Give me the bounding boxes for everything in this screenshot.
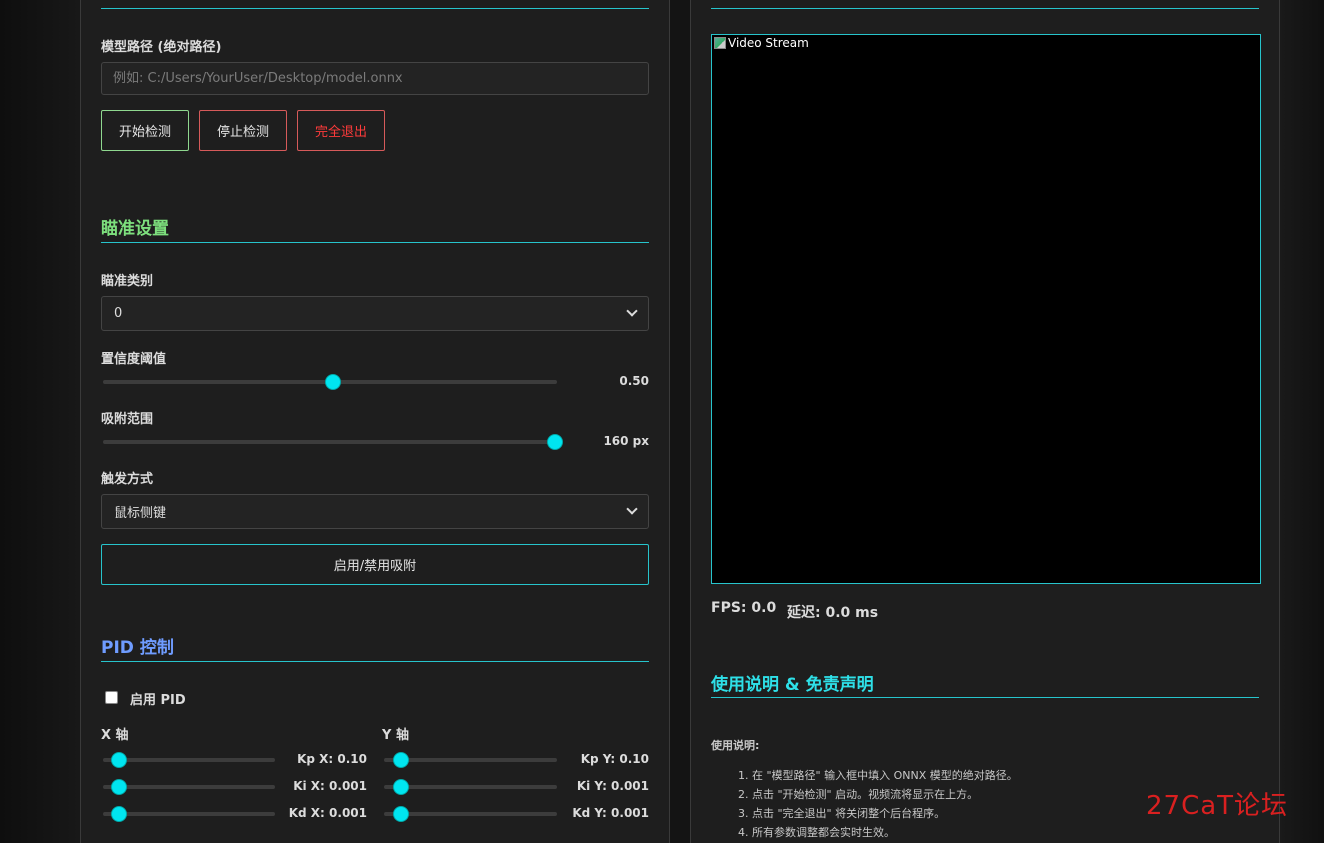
ki-x-value: Ki X: 0.001 — [293, 779, 367, 793]
kp-y-slider-track[interactable] — [384, 758, 557, 762]
latency-readout: 延迟: 0.0 ms — [787, 605, 879, 621]
trigger-mode-label: 触发方式 — [101, 472, 154, 487]
kp-x-slider-thumb[interactable] — [111, 752, 127, 768]
enable-pid-checkbox[interactable] — [105, 691, 118, 704]
ki-y-slider-track[interactable] — [384, 785, 557, 789]
confidence-label: 置信度阈值 — [101, 352, 167, 367]
kp-y-slider-thumb[interactable] — [393, 752, 409, 768]
ki-y-slider-thumb[interactable] — [393, 779, 409, 795]
toggle-snap-button[interactable]: 启用/禁用吸附 — [101, 544, 649, 585]
trigger-mode-select[interactable]: 鼠标侧键 — [101, 494, 649, 529]
kd-x-slider-thumb[interactable] — [111, 806, 127, 822]
instruction-step: 1. 在 "模型路径" 输入框中填入 ONNX 模型的绝对路径。 — [738, 769, 1018, 782]
preview-top-divider — [711, 8, 1259, 9]
chevron-down-icon — [626, 305, 638, 317]
ki-x-slider-thumb[interactable] — [111, 779, 127, 795]
chevron-down-icon — [626, 503, 638, 515]
kp-x-slider-track[interactable] — [103, 758, 275, 762]
pid-divider — [101, 661, 649, 662]
x-axis-label: X 轴 — [101, 728, 129, 743]
page-background-left — [0, 0, 80, 843]
trigger-mode-value: 鼠标侧键 — [114, 506, 167, 521]
video-stream-placeholder: Video Stream — [714, 36, 809, 50]
page-background-right — [1279, 0, 1324, 843]
aim-class-select[interactable]: 0 — [101, 296, 649, 331]
exit-button[interactable]: 完全退出 — [297, 110, 385, 151]
aim-class-label: 瞄准类别 — [101, 274, 154, 289]
video-stream: Video Stream — [711, 34, 1261, 584]
kp-x-value: Kp X: 0.10 — [297, 752, 367, 766]
fps-readout: FPS: 0.0 — [711, 600, 777, 616]
instruction-step: 3. 点击 "完全退出" 将关闭整个后台程序。 — [738, 807, 946, 820]
aim-settings-heading: 瞄准设置 — [101, 219, 169, 239]
snap-range-value: 160 px — [603, 434, 649, 448]
snap-range-slider-track[interactable] — [103, 440, 557, 444]
y-axis-label: Y 轴 — [382, 728, 409, 743]
forum-watermark: 27CaT论坛 — [1146, 791, 1289, 821]
broken-image-icon — [714, 37, 726, 49]
aim-class-value: 0 — [114, 306, 123, 321]
kd-y-slider-thumb[interactable] — [393, 806, 409, 822]
instruction-step: 2. 点击 "开始检测" 启动。视频流将显示在上方。 — [738, 788, 979, 801]
model-path-label: 模型路径 (绝对路径) — [101, 40, 222, 55]
instructions-heading: 使用说明 & 免责声明 — [711, 675, 874, 695]
confidence-slider-thumb[interactable] — [325, 374, 341, 390]
ki-x-slider-track[interactable] — [103, 785, 275, 789]
snap-range-slider-thumb[interactable] — [547, 434, 563, 450]
snap-range-label: 吸附范围 — [101, 412, 154, 427]
confidence-value: 0.50 — [619, 374, 649, 388]
enable-pid-label: 启用 PID — [130, 693, 186, 708]
instructions-divider — [711, 697, 1259, 698]
model-path-input[interactable] — [101, 62, 649, 95]
kd-y-slider-track[interactable] — [384, 812, 557, 816]
ki-y-value: Ki Y: 0.001 — [576, 779, 649, 793]
kd-x-value: Kd X: 0.001 — [288, 806, 367, 820]
kd-x-slider-track[interactable] — [103, 812, 275, 816]
kp-y-value: Kp Y: 0.10 — [580, 752, 649, 766]
instructions-subtitle: 使用说明: — [711, 739, 760, 752]
pid-heading: PID 控制 — [101, 638, 174, 658]
start-detection-button[interactable]: 开始检测 — [101, 110, 189, 151]
video-stream-alt-text: Video Stream — [728, 36, 809, 50]
aim-divider — [101, 242, 649, 243]
instruction-step: 4. 所有参数调整都会实时生效。 — [738, 826, 895, 839]
top-divider — [101, 8, 649, 9]
kd-y-value: Kd Y: 0.001 — [572, 806, 649, 820]
stop-detection-button[interactable]: 停止检测 — [199, 110, 287, 151]
